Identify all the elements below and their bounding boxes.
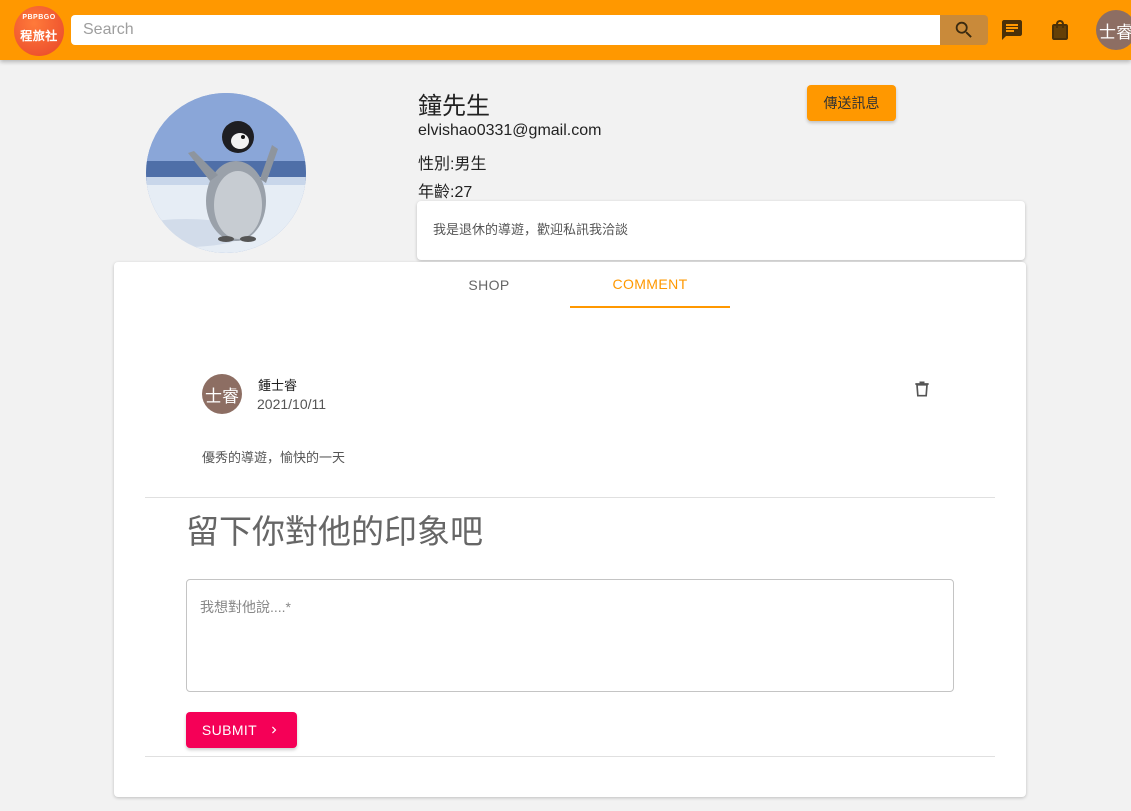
profile-photo bbox=[146, 93, 306, 253]
search-button[interactable] bbox=[940, 15, 988, 45]
user-avatar[interactable]: 士睿 bbox=[1096, 10, 1131, 50]
tab-comment[interactable]: COMMENT bbox=[570, 262, 730, 308]
profile-bio: 我是退休的導遊，歡迎私訊我洽談 bbox=[417, 201, 1025, 260]
profile-name: 鐘先生 bbox=[418, 93, 490, 120]
submit-label: SUBMIT bbox=[201, 722, 258, 738]
search-icon bbox=[955, 21, 972, 38]
divider bbox=[145, 497, 995, 498]
tab-shop[interactable]: SHOP bbox=[409, 262, 569, 308]
content-card: SHOP COMMENT 士睿 鍾士睿 2021/10/11 優秀的導遊，愉快的… bbox=[114, 262, 1026, 797]
comment-author-avatar: 士睿 bbox=[202, 374, 242, 414]
trash-icon bbox=[915, 381, 929, 397]
app-bar: PBPBGO 程旅社 士睿 bbox=[0, 0, 1131, 60]
divider bbox=[145, 756, 995, 757]
send-message-button[interactable]: 傳送訊息 bbox=[807, 85, 896, 121]
profile-email: elvishao0331@gmail.com bbox=[418, 122, 602, 139]
profile-age: 年齡:27 bbox=[418, 184, 473, 201]
logo-line2: 程旅社 bbox=[20, 29, 58, 43]
chat-icon[interactable] bbox=[1000, 18, 1024, 42]
logo-line1: PBPBGO bbox=[22, 14, 56, 21]
shopping-bag-icon[interactable] bbox=[1048, 18, 1072, 42]
comment-form-title: 留下你對他的印象吧 bbox=[186, 513, 483, 550]
comment-author: 鍾士睿 bbox=[258, 378, 298, 393]
comment-text: 優秀的導遊，愉快的一天 bbox=[202, 450, 346, 465]
search-input[interactable] bbox=[71, 15, 941, 45]
brand-logo[interactable]: PBPBGO 程旅社 bbox=[14, 6, 64, 56]
chevron-right-icon bbox=[272, 726, 277, 734]
delete-comment-button[interactable] bbox=[910, 377, 934, 401]
comment-date: 2021/10/11 bbox=[257, 396, 327, 412]
comment-textarea[interactable] bbox=[186, 579, 954, 692]
profile-gender: 性別:男生 bbox=[418, 156, 487, 173]
submit-button[interactable]: SUBMIT bbox=[186, 712, 297, 748]
